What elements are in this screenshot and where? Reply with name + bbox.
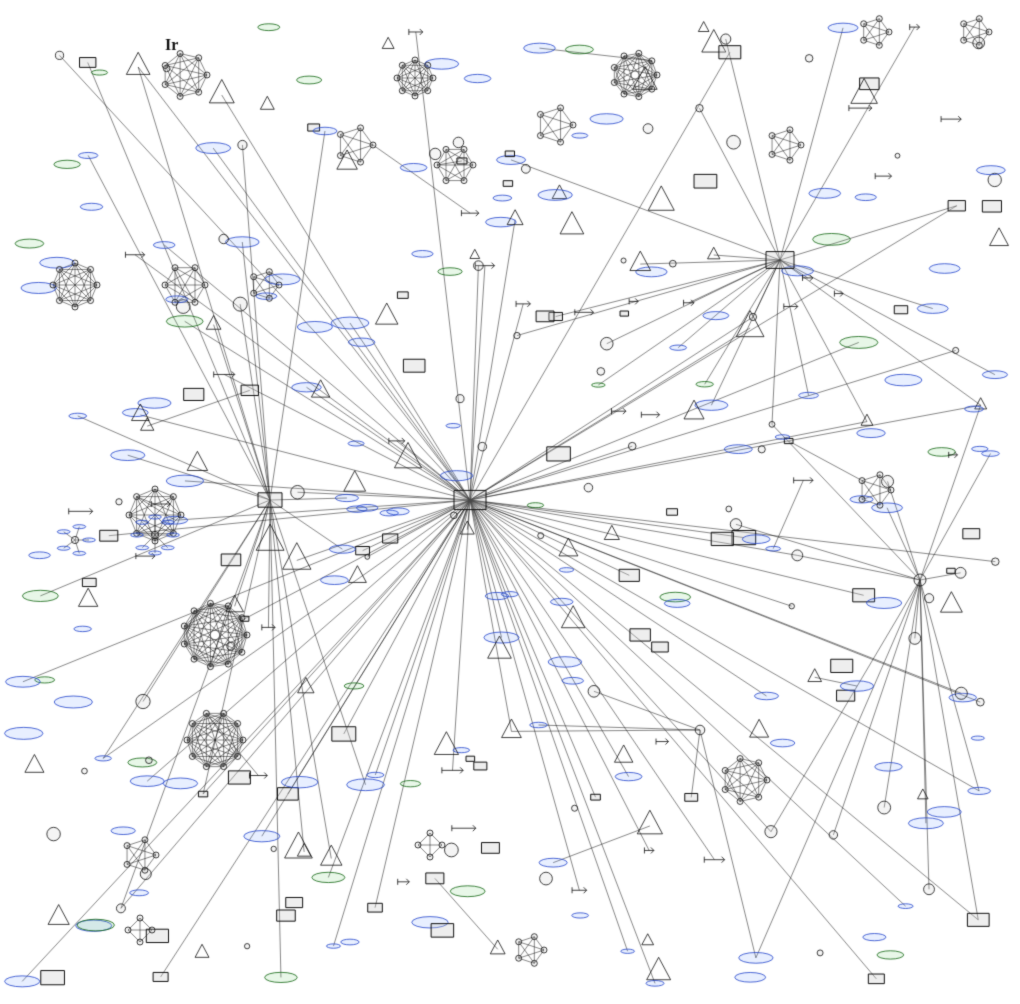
graph-canvas: [0, 0, 1020, 1004]
graph-visualization: [0, 0, 1020, 1004]
